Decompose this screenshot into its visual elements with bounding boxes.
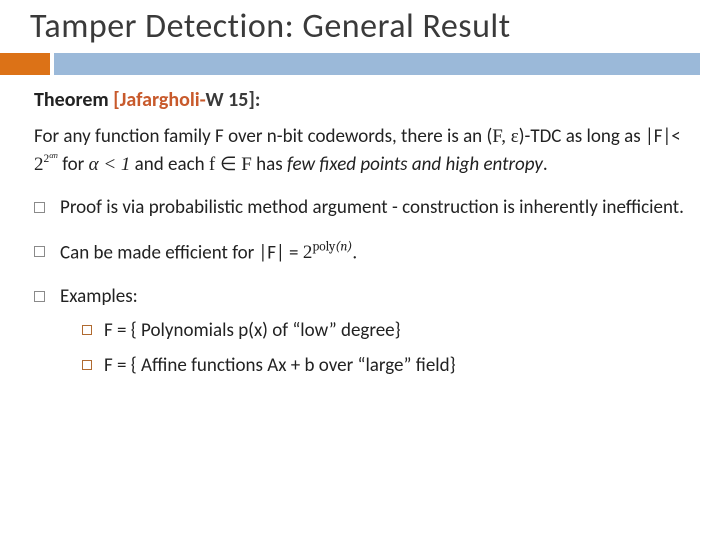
bullet-1: Proof is via probabilistic method argume…: [34, 195, 686, 221]
t-pre: For any function family: [34, 125, 215, 148]
b2-n: (n): [335, 240, 352, 255]
t-and2: and: [408, 153, 446, 176]
t-power: 22αn: [34, 154, 58, 175]
accent-bar: [54, 53, 700, 75]
accent-row: [0, 53, 720, 75]
slide: Tamper Detection: General Result Theorem…: [0, 0, 720, 540]
t-fix: few fixed points: [287, 153, 408, 176]
citation-suffix: W 15]:: [205, 88, 260, 112]
t-high: high entropy: [446, 153, 543, 176]
t-Feps: F, ε: [492, 126, 519, 147]
b2-poly: poly: [312, 240, 335, 255]
bullet-2-expr: 2poly(n): [303, 242, 353, 263]
slide-title: Tamper Detection: General Result: [30, 6, 720, 47]
sub-bullet-2-text: F = { Affine functions Ax + b over “larg…: [104, 354, 456, 377]
bullet-2: Can be made efficient for |F| = 2poly(n)…: [34, 239, 686, 266]
t-mid1: over n-bit codewords, there is an (: [224, 125, 492, 148]
b2-base: 2: [303, 242, 313, 263]
t-fmem: f ∈ F: [209, 154, 252, 175]
bullet-3-text: Examples:: [60, 285, 138, 308]
bullet-3: Examples: F = { Polynomials p(x) of “low…: [34, 284, 686, 379]
sub-bullet-1-text: F = { Polynomials p(x) of “low” degree}: [104, 319, 401, 342]
theorem-heading: Theorem [Jafargholi-W 15]:: [34, 87, 686, 114]
t-alpha: α < 1: [89, 154, 131, 175]
accent-block: [0, 53, 50, 75]
bullet-2-pre: Can be made efficient for |F| =: [60, 241, 303, 264]
t-exp2: αn: [49, 150, 58, 160]
t-F: F: [215, 125, 224, 148]
citation-prefix: [Jafargholi-: [113, 88, 205, 112]
bullet-1-text: Proof is via probabilistic method argume…: [60, 196, 684, 219]
theorem-label: Theorem: [34, 88, 109, 112]
b2-dot: .: [352, 241, 357, 264]
bullet-list: Proof is via probabilistic method argume…: [34, 195, 686, 379]
t-and: and each: [130, 153, 209, 176]
t-has: has: [252, 153, 287, 176]
t-dot: .: [543, 153, 548, 176]
t-base: 2: [34, 154, 44, 175]
sub-bullet-1: F = { Polynomials p(x) of “low” degree}: [82, 318, 686, 344]
content: Theorem [Jafargholi-W 15]: For any funct…: [0, 75, 720, 379]
sub-bullet-2: F = { Affine functions Ax + b over “larg…: [82, 353, 686, 379]
sub-bullet-list: F = { Polynomials p(x) of “low” degree} …: [82, 318, 686, 379]
t-mid3: |<: [662, 125, 680, 148]
title-area: Tamper Detection: General Result: [0, 0, 720, 47]
t-mid2: )-TDC as long as |: [519, 125, 654, 148]
t-for: for: [58, 153, 89, 176]
theorem-statement: For any function family F over n-bit cod…: [34, 124, 686, 177]
